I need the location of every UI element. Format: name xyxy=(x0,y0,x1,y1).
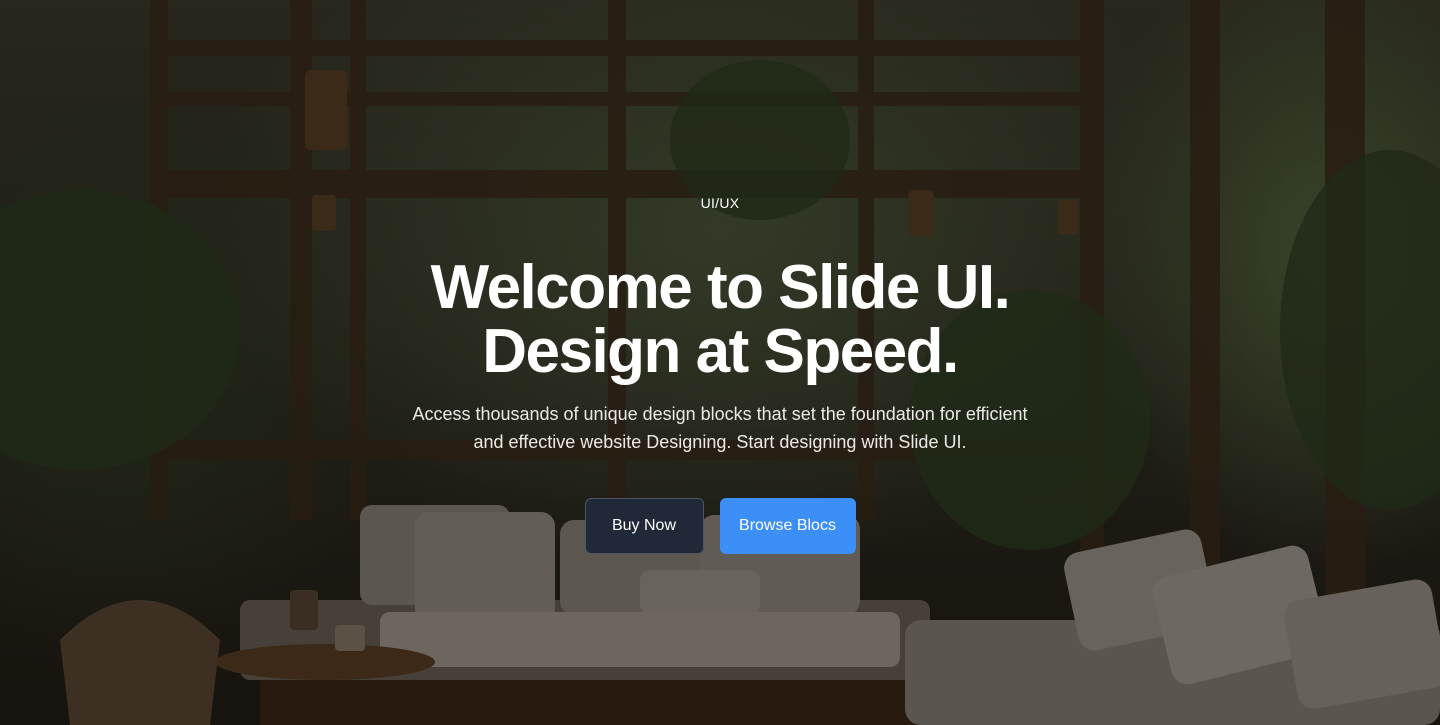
hero-headline-line-1: Welcome to Slide UI. xyxy=(430,253,1011,322)
hero-actions: Buy Now Browse Blocs xyxy=(584,498,856,554)
hero-eyebrow-label: UI/UX xyxy=(700,195,740,211)
hero-headline-line-2: Design at Speed. xyxy=(482,317,959,386)
hero-headline: Welcome to Slide UI. Design at Speed. xyxy=(340,256,1100,384)
hero-section: UI/UX Welcome to Slide UI. Design at Spe… xyxy=(0,0,1440,725)
browse-blocs-button[interactable]: Browse Blocs xyxy=(719,498,856,554)
hero-description: Access thousands of unique design blocks… xyxy=(412,404,1028,452)
buy-now-button[interactable]: Buy Now xyxy=(584,498,704,554)
